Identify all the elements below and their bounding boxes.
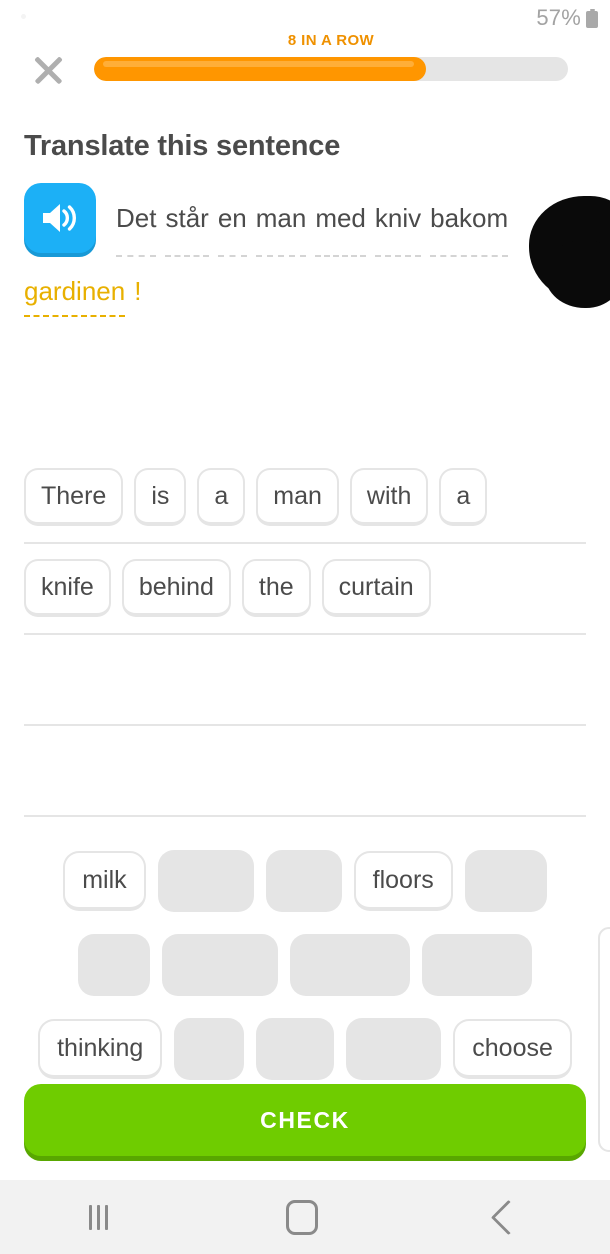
prompt-sentence-line2: gardinen! xyxy=(24,276,141,317)
answer-tile-behind[interactable]: behind xyxy=(122,559,231,617)
word-bank-tile-used xyxy=(422,934,532,996)
word-bank-tile-used xyxy=(162,934,278,996)
answer-tile-is[interactable]: is xyxy=(134,468,186,526)
word-bank: milk floors thinking choose xyxy=(0,839,610,1091)
progress-track xyxy=(94,57,568,81)
hint-word-det[interactable]: Det xyxy=(116,189,156,257)
word-bank-tile-thinking[interactable]: thinking xyxy=(38,1019,162,1079)
word-bank-row: thinking choose xyxy=(22,1007,588,1091)
progress-shine xyxy=(103,61,414,67)
page-title: Translate this sentence xyxy=(24,130,586,163)
word-bank-tile-floors[interactable]: floors xyxy=(354,851,453,911)
hint-word-gardinen[interactable]: gardinen xyxy=(24,276,125,317)
hint-word-bakom[interactable]: bakom xyxy=(430,189,508,257)
word-bank-tile-used xyxy=(158,850,254,912)
answer-area: Thereisamanwithaknifebehindthecurtain xyxy=(0,453,610,817)
answer-tile-curtain[interactable]: curtain xyxy=(322,559,431,617)
word-bank-tile-milk[interactable]: milk xyxy=(63,851,145,911)
close-icon[interactable] xyxy=(24,45,72,93)
answer-tile-a[interactable]: a xyxy=(439,468,487,526)
hint-word-står[interactable]: står xyxy=(165,189,208,257)
exercise-top-bar: 8 IN A ROW xyxy=(0,36,610,102)
streak-label: 8 IN A ROW xyxy=(94,32,568,49)
recents-icon[interactable] xyxy=(89,1205,108,1230)
redaction-blob-secondary xyxy=(545,240,610,308)
answer-row xyxy=(24,635,586,726)
answer-row xyxy=(24,726,586,817)
prompt-row: Detstårenmanmedknivbakom xyxy=(24,183,586,253)
check-button-container: CHECK xyxy=(0,1084,610,1156)
answer-row: knifebehindthecurtain xyxy=(24,544,586,635)
speaker-icon[interactable] xyxy=(24,183,96,253)
status-dot xyxy=(21,14,26,19)
hint-word-med[interactable]: med xyxy=(315,189,366,257)
answer-row: Thereisamanwitha xyxy=(24,453,586,544)
word-bank-tile-used xyxy=(290,934,410,996)
answer-tile-the[interactable]: the xyxy=(242,559,311,617)
answer-tile-with[interactable]: with xyxy=(350,468,428,526)
answer-tile-a[interactable]: a xyxy=(197,468,245,526)
progress-fill xyxy=(94,57,426,81)
prompt-sentence-line1: Detstårenmanmedknivbakom xyxy=(116,189,586,257)
home-icon[interactable] xyxy=(286,1200,318,1235)
hint-word-kniv[interactable]: kniv xyxy=(375,189,421,257)
battery-icon xyxy=(586,9,598,28)
exercise-content: Translate this sentence Detstårenmanmedk… xyxy=(0,130,610,253)
hint-word-en[interactable]: en xyxy=(218,189,247,257)
word-bank-tile-used xyxy=(78,934,150,996)
word-bank-tile-used xyxy=(465,850,547,912)
prompt-punctuation: ! xyxy=(134,276,141,307)
word-bank-row xyxy=(22,923,588,1007)
word-bank-tile-used xyxy=(256,1018,334,1080)
answer-tile-knife[interactable]: knife xyxy=(24,559,111,617)
answer-tile-there[interactable]: There xyxy=(24,468,123,526)
status-bar: 57% xyxy=(0,0,610,36)
android-nav-bar xyxy=(0,1180,610,1254)
hint-word-man[interactable]: man xyxy=(256,189,307,257)
answer-tile-man[interactable]: man xyxy=(256,468,339,526)
back-icon[interactable] xyxy=(491,1199,526,1234)
check-button[interactable]: CHECK xyxy=(24,1084,586,1156)
word-bank-row: milk floors xyxy=(22,839,588,923)
progress-bar: 8 IN A ROW xyxy=(94,57,568,81)
battery-percent: 57% xyxy=(536,5,581,31)
word-bank-tile-used xyxy=(346,1018,441,1080)
word-bank-tile-used xyxy=(266,850,342,912)
word-bank-tile-used xyxy=(174,1018,244,1080)
word-bank-tile-choose[interactable]: choose xyxy=(453,1019,572,1079)
